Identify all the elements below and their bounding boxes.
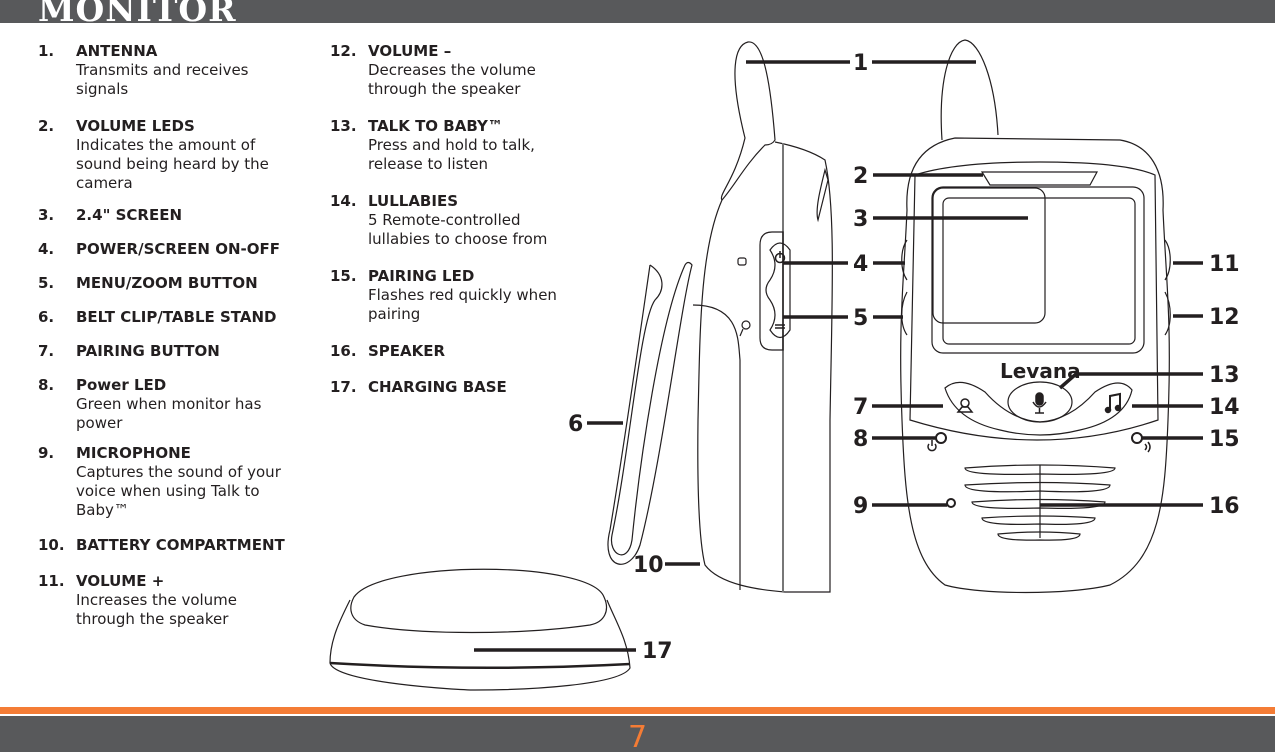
- monitor-diagram: Levana 1 2 3 4 5 6 7 8 9 10 11 12 13 14 …: [329, 39, 1240, 691]
- side-edge-detail: [816, 167, 829, 223]
- callout-17: 17: [642, 639, 673, 664]
- front-view: [900, 39, 1171, 594]
- callout-15: 15: [1209, 427, 1240, 452]
- callout-7: 7: [853, 395, 868, 420]
- screen-frame-outer: [931, 186, 1145, 354]
- callout-8: 8: [853, 427, 868, 452]
- callout-13: 13: [1209, 363, 1240, 388]
- callout-12: 12: [1209, 305, 1240, 330]
- front-antenna: [940, 39, 999, 141]
- power-led: [935, 432, 947, 444]
- callout-5: 5: [853, 306, 868, 331]
- belt-clip-hook: [607, 261, 693, 565]
- pairing-led: [1131, 432, 1143, 444]
- side-screen-indicator: [737, 257, 747, 266]
- side-antenna: [720, 41, 776, 201]
- speaker-grille: [964, 464, 1116, 541]
- callout-3: 3: [853, 207, 868, 232]
- callout-16: 16: [1209, 494, 1240, 519]
- leader-line-13: [1058, 372, 1203, 390]
- power-symbol-icon: [927, 440, 937, 452]
- button-cluster: [944, 381, 1133, 436]
- screen-frame: [932, 187, 1046, 324]
- side-zoom-icon: [741, 320, 751, 330]
- page-number: 7: [627, 720, 648, 755]
- callout-2: 2: [853, 164, 868, 189]
- base-body: [329, 599, 631, 691]
- charging-base: [329, 568, 631, 691]
- callout-lines: [474, 60, 1203, 652]
- volume-led-bar: [980, 171, 1099, 186]
- callout-9: 9: [853, 494, 868, 519]
- music-note-icon: [1104, 392, 1122, 414]
- pairing-signal-icon: [1144, 441, 1151, 453]
- callout-6: 6: [568, 412, 583, 437]
- callout-1: 1: [853, 51, 868, 76]
- microphone-icon: [1032, 392, 1047, 414]
- camera-icon: [956, 398, 974, 413]
- microphone-hole: [946, 498, 956, 508]
- base-rim: [329, 661, 631, 670]
- base-top: [350, 568, 608, 634]
- side-body: [697, 141, 833, 593]
- side-button-rocker: [765, 242, 791, 339]
- callout-14: 14: [1209, 395, 1240, 420]
- callout-11: 11: [1209, 252, 1240, 277]
- callout-4: 4: [853, 252, 868, 277]
- footer-accent-rule: [0, 707, 1275, 714]
- callout-10: 10: [633, 553, 664, 578]
